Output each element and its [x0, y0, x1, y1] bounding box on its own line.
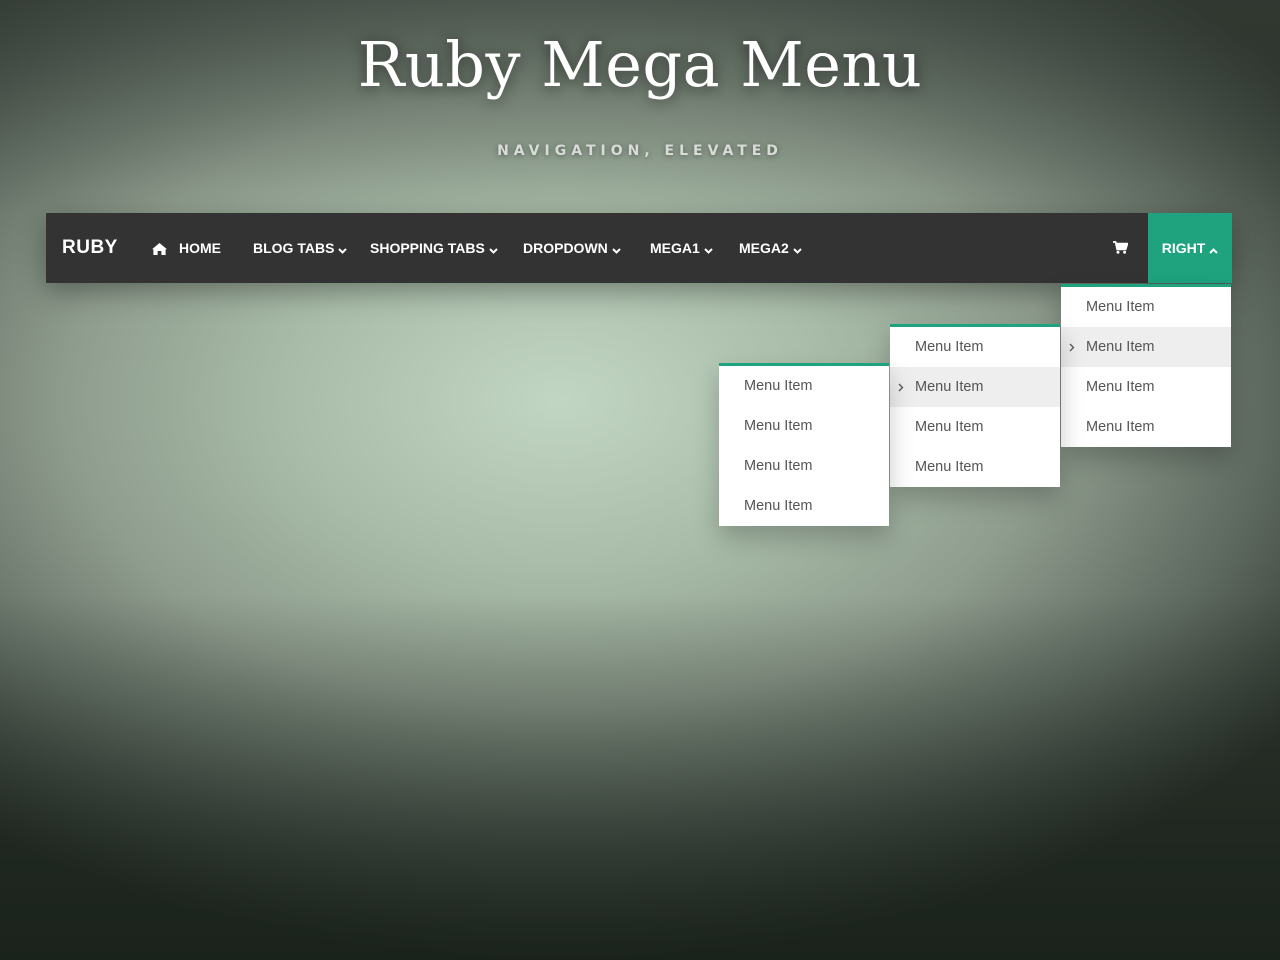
dropdown-level-2: Menu Item Menu Item Menu Item Menu Item [890, 324, 1060, 487]
nav-item-label: BLOG TABS [253, 240, 335, 256]
chevron-down-icon [612, 214, 621, 284]
chevron-right-icon [1069, 327, 1075, 367]
nav-item-label: HOME [179, 240, 221, 256]
menu-item[interactable]: Menu Item [1061, 407, 1231, 447]
menu-item-label: Menu Item [744, 378, 813, 394]
chevron-down-icon [704, 214, 713, 284]
menu-item[interactable]: Menu Item [1061, 287, 1231, 327]
menu-item-label: Menu Item [1086, 339, 1155, 355]
menu-item-label: Menu Item [744, 458, 813, 474]
menu-item-label: Menu Item [1086, 379, 1155, 395]
nav-item-blog-tabs[interactable]: BLOG TABS [253, 213, 348, 284]
menu-item-label: Menu Item [744, 498, 813, 514]
nav-item-label: SHOPPING TABS [370, 240, 485, 256]
menu-item[interactable]: Menu Item [719, 446, 889, 486]
chevron-right-icon [898, 367, 904, 407]
menu-item-label: Menu Item [915, 339, 984, 355]
nav-item-label: DROPDOWN [523, 240, 608, 256]
nav-item-home[interactable]: HOME [152, 213, 221, 283]
menu-item[interactable]: Menu Item [890, 407, 1060, 447]
nav-item-dropdown[interactable]: DROPDOWN [523, 213, 621, 283]
page-subtitle: NAVIGATION, ELEVATED [497, 143, 783, 159]
menu-item-label: Menu Item [915, 459, 984, 475]
page-title: Ruby Mega Menu [357, 28, 923, 101]
nav-item-mega1[interactable]: MEGA1 [650, 213, 713, 283]
dropdown-level-3: Menu Item Menu Item Menu Item Menu Item [719, 363, 889, 526]
menu-item-label: Menu Item [915, 419, 984, 435]
menu-item-active[interactable]: Menu Item [1061, 327, 1231, 367]
menu-item[interactable]: Menu Item [719, 366, 889, 406]
nav-item-shopping-tabs[interactable]: SHOPPING TABS [370, 213, 498, 283]
menu-item[interactable]: Menu Item [719, 486, 889, 526]
menu-item-active[interactable]: Menu Item [890, 367, 1060, 407]
home-icon [152, 212, 167, 282]
menu-item-label: Menu Item [1086, 299, 1155, 315]
menu-item-label: Menu Item [1086, 419, 1155, 435]
chevron-down-icon [489, 214, 498, 284]
menu-item[interactable]: Menu Item [719, 406, 889, 446]
nav-item-label: MEGA2 [739, 240, 789, 256]
cart-icon [1112, 239, 1129, 258]
nav-item-label: RIGHT [1161, 240, 1206, 256]
chevron-up-icon [1209, 214, 1218, 284]
menu-item[interactable]: Menu Item [1061, 367, 1231, 407]
chevron-down-icon [793, 214, 802, 284]
nav-item-label: MEGA1 [650, 240, 700, 256]
menu-item-label: Menu Item [915, 379, 984, 395]
chevron-down-icon [338, 214, 348, 284]
brand-logo[interactable]: RUBY [62, 213, 118, 283]
dropdown-level-1: Menu Item Menu Item Menu Item Menu Item [1061, 284, 1231, 447]
nav-item-right[interactable]: RIGHT [1148, 213, 1232, 283]
menu-item[interactable]: Menu Item [890, 327, 1060, 367]
main-navbar: RUBY HOME BLOG TABS SHOPPING TABS DROPDO… [46, 213, 1232, 283]
menu-item-label: Menu Item [744, 418, 813, 434]
cart-button[interactable] [1110, 213, 1130, 283]
nav-item-mega2[interactable]: MEGA2 [739, 213, 802, 283]
menu-item[interactable]: Menu Item [890, 447, 1060, 487]
